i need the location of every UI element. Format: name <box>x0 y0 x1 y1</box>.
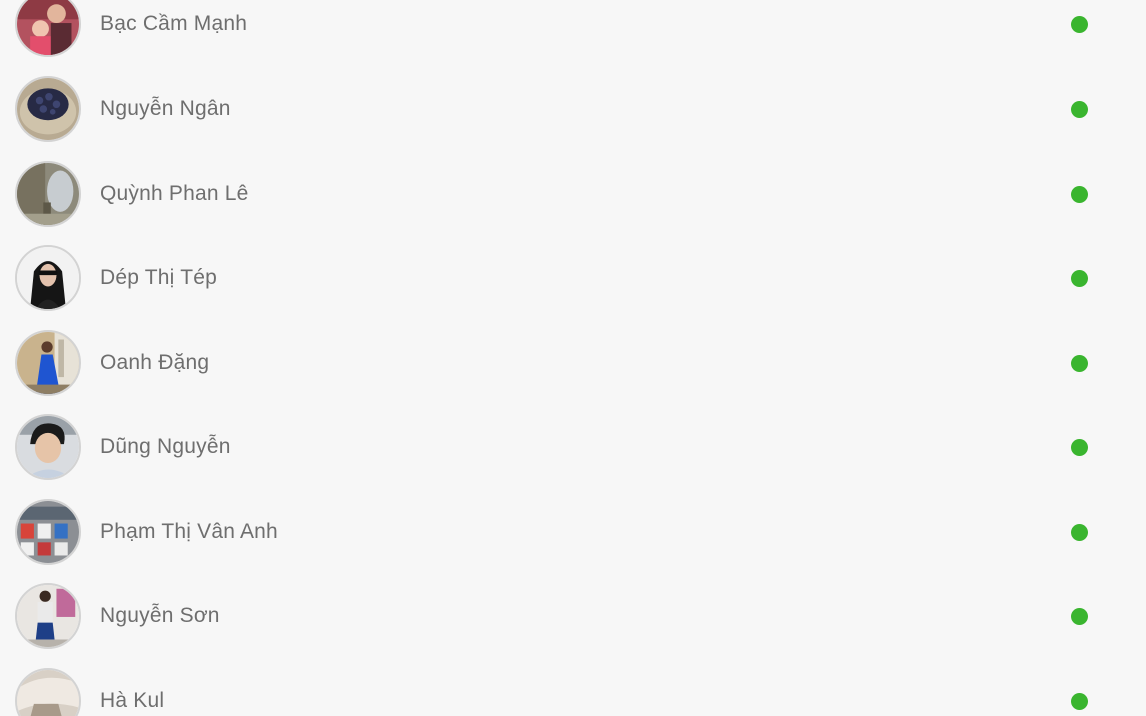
contact-name: Hà Kul <box>100 689 165 713</box>
contact-name: Dép Thị Tép <box>100 266 217 290</box>
online-status-icon <box>1071 607 1088 625</box>
avatar <box>15 583 81 650</box>
avatar <box>15 76 81 143</box>
avatar <box>15 668 81 716</box>
contact-list: Bạc Cầm Mạnh Nguyễn Ngân Quỳnh Phan Lê D… <box>0 0 1146 716</box>
avatar <box>15 0 81 58</box>
contact-row[interactable]: Phạm Thị Vân Anh <box>0 490 1146 575</box>
contact-name: Dũng Nguyễn <box>100 435 231 459</box>
online-status-icon <box>1071 185 1088 203</box>
contact-row[interactable]: Quỳnh Phan Lê <box>0 152 1146 237</box>
avatar-photo-4-icon <box>17 247 79 310</box>
avatar-photo-9-icon <box>17 670 79 716</box>
contact-name: Quỳnh Phan Lê <box>100 182 249 206</box>
contact-name: Phạm Thị Vân Anh <box>100 520 278 544</box>
online-status-icon <box>1071 100 1088 118</box>
avatar <box>15 414 81 481</box>
avatar-photo-3-icon <box>17 163 79 226</box>
contact-name: Oanh Đặng <box>100 351 210 375</box>
avatar-photo-6-icon <box>17 416 79 479</box>
avatar <box>15 499 81 566</box>
online-status-icon <box>1071 354 1088 372</box>
contact-row[interactable]: Dũng Nguyễn <box>0 405 1146 490</box>
avatar-photo-2-icon <box>17 78 79 141</box>
contact-row[interactable]: Nguyễn Ngân <box>0 67 1146 152</box>
online-status-icon <box>1071 269 1088 287</box>
contact-row[interactable]: Dép Thị Tép <box>0 236 1146 321</box>
avatar-photo-7-icon <box>17 501 79 564</box>
contact-row[interactable]: Bạc Cầm Mạnh <box>0 0 1146 67</box>
online-status-icon <box>1071 15 1088 33</box>
contact-row[interactable]: Nguyễn Sơn <box>0 574 1146 659</box>
avatar-photo-8-icon <box>17 585 79 648</box>
contact-name: Nguyễn Sơn <box>100 604 220 628</box>
contact-row[interactable]: Oanh Đặng <box>0 321 1146 406</box>
contact-name: Nguyễn Ngân <box>100 97 231 121</box>
avatar-photo-1-icon <box>17 0 79 56</box>
online-status-icon <box>1071 438 1088 456</box>
contact-row[interactable]: Hà Kul <box>0 659 1146 716</box>
avatar <box>15 245 81 312</box>
avatar <box>15 330 81 397</box>
online-status-icon <box>1071 692 1088 710</box>
contact-name: Bạc Cầm Mạnh <box>100 12 248 36</box>
avatar-photo-5-icon <box>17 332 79 395</box>
online-status-icon <box>1071 523 1088 541</box>
avatar <box>15 161 81 228</box>
